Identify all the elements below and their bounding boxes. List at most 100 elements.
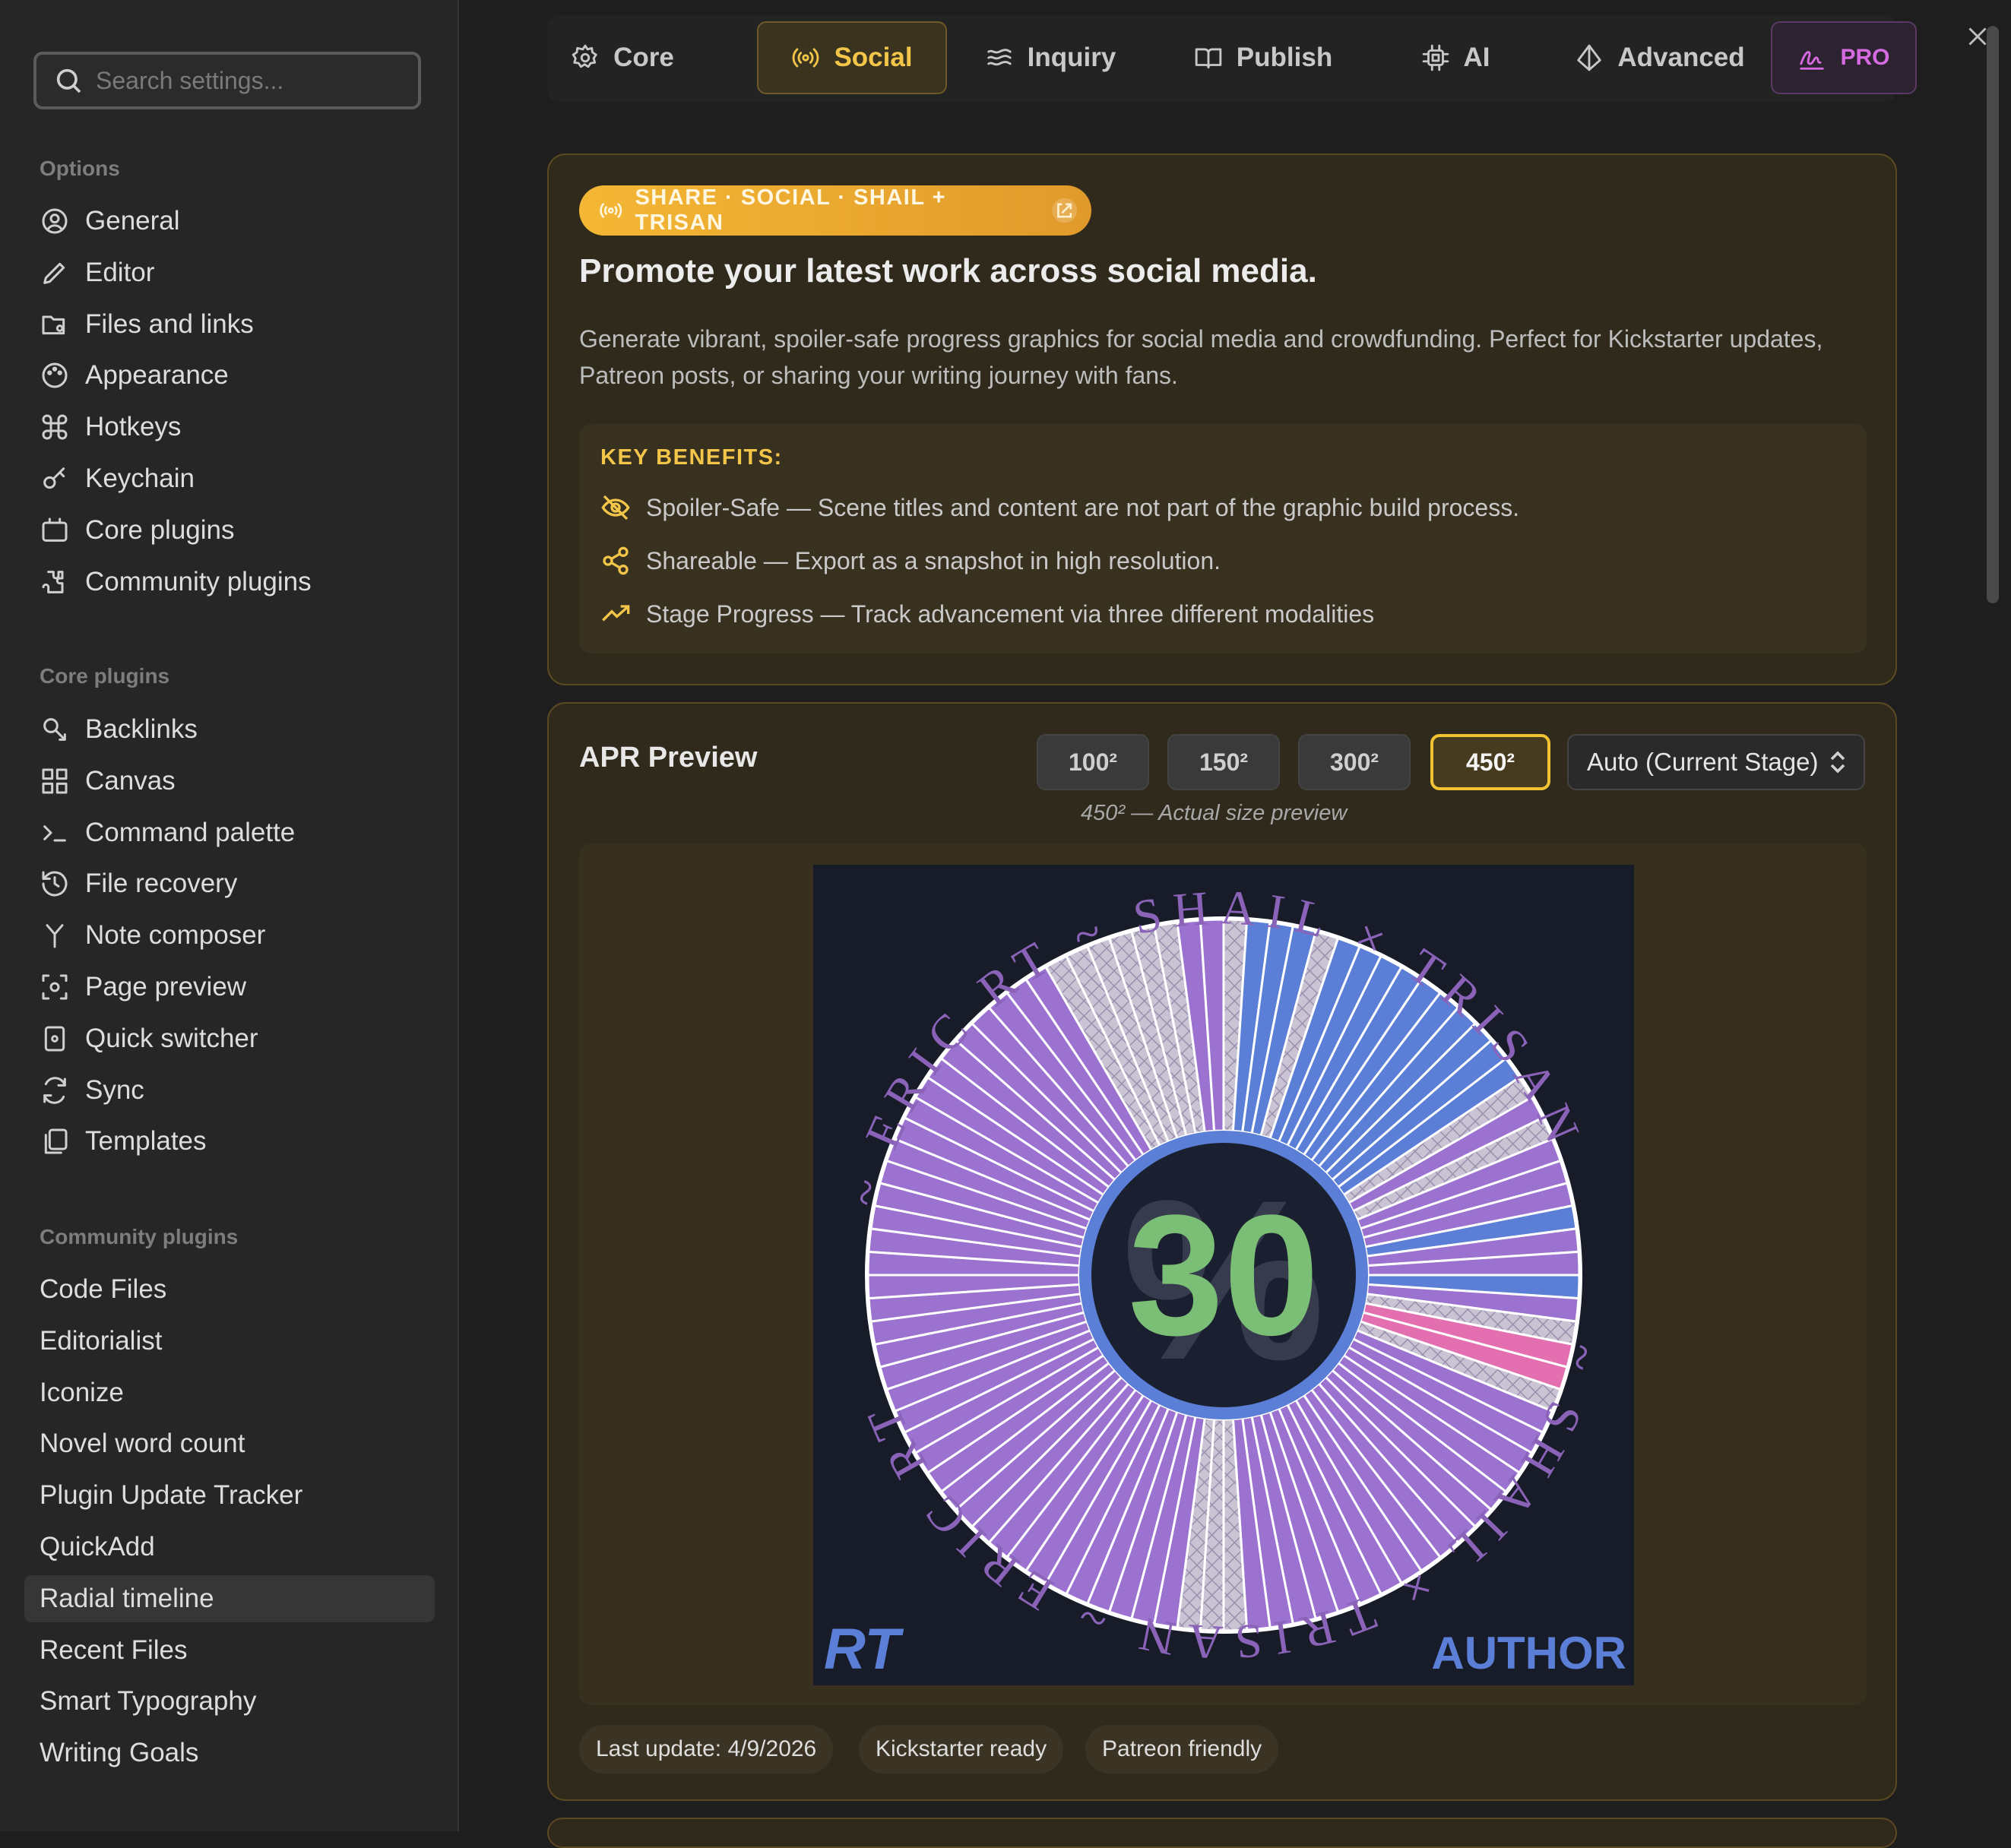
backlinks-icon xyxy=(40,714,70,745)
sidebar-item-label: Note composer xyxy=(85,920,266,951)
sync-icon xyxy=(40,1075,70,1106)
size-button-300[interactable]: 300² xyxy=(1298,734,1411,790)
stage-mode-select[interactable]: Auto (Current Stage) xyxy=(1567,734,1865,790)
progress-percent: 30 xyxy=(1128,1179,1319,1371)
search-input[interactable] xyxy=(94,65,401,96)
sidebar-item-novel-word-count[interactable]: Novel word count xyxy=(24,1420,435,1467)
sidebar-item-backlinks[interactable]: Backlinks xyxy=(24,706,435,753)
settings-content: Core Social Inquiry Publish AI Advanced PRO SH… xyxy=(459,0,1987,1848)
sidebar-item-editorialist[interactable]: Editorialist xyxy=(24,1318,435,1365)
gear-icon xyxy=(572,44,597,68)
sidebar-item-code-files[interactable]: Code Files xyxy=(24,1266,435,1313)
tab-ai[interactable]: AI xyxy=(1391,21,1520,94)
size-button-100[interactable]: 100² xyxy=(1037,734,1149,790)
tab-pro[interactable]: PRO xyxy=(1771,21,1917,94)
signature-icon xyxy=(1800,51,1825,70)
tab-core[interactable]: Core xyxy=(555,21,690,94)
apr-graphic: % 30 ~ ERIC RT ~ SHAIL × TRISAN ~ SHAIL … xyxy=(813,865,1634,1685)
sidebar-item-writing-goals[interactable]: Writing Goals xyxy=(24,1729,435,1777)
badge-label: SHARE · SOCIAL · SHAIL + TRISAN xyxy=(635,185,947,235)
sidebar-item-label: Core plugins xyxy=(85,514,235,545)
sidebar-item-radial-timeline[interactable]: Radial timeline xyxy=(24,1574,435,1622)
sidebar-item-label: Novel word count xyxy=(40,1429,245,1459)
search-box[interactable] xyxy=(33,52,421,109)
rt-logo: RT xyxy=(824,1617,904,1682)
preview-area: % 30 ~ ERIC RT ~ SHAIL × TRISAN ~ SHAIL … xyxy=(579,843,1867,1705)
tab-inquiry[interactable]: Inquiry xyxy=(952,21,1149,94)
author-label: AUTHOR xyxy=(1431,1628,1626,1679)
sidebar-item-label: Canvas xyxy=(85,765,176,796)
sidebar-item-plugin-update-tracker[interactable]: Plugin Update Tracker xyxy=(24,1472,435,1519)
benefit-item: Shareable — Export as a snapshot in high… xyxy=(600,546,1221,576)
file-recovery-icon xyxy=(40,869,70,899)
sidebar-item-canvas[interactable]: Canvas xyxy=(24,758,435,805)
hotkeys-icon xyxy=(40,412,70,442)
size-button-450[interactable]: 450² xyxy=(1430,734,1550,790)
sidebar-item-files-and-links[interactable]: Files and links xyxy=(24,301,435,348)
sidebar-item-hotkeys[interactable]: Hotkeys xyxy=(24,403,435,451)
general-icon xyxy=(40,206,70,236)
settings-window: Options General Editor Files and links Appe… xyxy=(0,0,2011,1848)
apr-preview-title: APR Preview xyxy=(579,742,758,774)
share-badge[interactable]: SHARE · SOCIAL · SHAIL + TRISAN xyxy=(579,185,1091,236)
tab-publish[interactable]: Publish xyxy=(1164,21,1362,94)
community-plugins-icon xyxy=(40,567,70,597)
kickstarter-chip: Kickstarter ready xyxy=(859,1725,1064,1774)
tab-label: PRO xyxy=(1840,45,1890,70)
key-benefits-box: KEY BENEFITS: Spoiler-Safe — Scene title… xyxy=(579,424,1867,653)
tab-label: Publish xyxy=(1236,43,1333,72)
tab-label: Inquiry xyxy=(1027,43,1116,72)
plugin-tab-bar: Core Social Inquiry Publish AI Advanced PRO xyxy=(547,15,1917,102)
tab-advanced[interactable]: Advanced xyxy=(1550,21,1769,94)
scrollbar-thumb[interactable] xyxy=(1987,26,1999,603)
benefit-item: Spoiler-Safe — Scene titles and content … xyxy=(600,492,1519,523)
editor-icon xyxy=(40,258,70,288)
sidebar-item-core-plugins[interactable]: Core plugins xyxy=(24,507,435,554)
size-button-150[interactable]: 150² xyxy=(1167,734,1280,790)
external-link-icon[interactable] xyxy=(1050,195,1079,226)
sidebar-item-editor[interactable]: Editor xyxy=(24,249,435,296)
stage-mode-value: Auto (Current Stage) xyxy=(1587,748,1819,776)
sidebar-item-recent-files[interactable]: Recent Files xyxy=(24,1627,435,1674)
sidebar-item-general[interactable]: General xyxy=(24,198,435,245)
sidebar-item-community-plugins[interactable]: Community plugins xyxy=(24,559,435,606)
tab-social[interactable]: Social xyxy=(757,21,947,94)
radial-progress-graphic: % 30 ~ ERIC RT ~ SHAIL × TRISAN ~ SHAIL … xyxy=(824,880,1626,1682)
tab-label: AI xyxy=(1463,43,1490,72)
sidebar-item-label: Templates xyxy=(85,1126,207,1157)
sidebar-item-label: Backlinks xyxy=(85,714,198,744)
sidebar-item-label: Code Files xyxy=(40,1274,167,1304)
cpu-icon xyxy=(1422,44,1449,71)
sidebar-item-label: Editor xyxy=(85,257,155,287)
sidebar-item-sync[interactable]: Sync xyxy=(24,1067,435,1114)
sidebar-item-label: Appearance xyxy=(85,360,229,391)
sidebar-item-command-palette[interactable]: Command palette xyxy=(24,809,435,856)
sidebar-item-label: Iconize xyxy=(40,1377,124,1407)
community-plugins-section-title: Community plugins xyxy=(40,1225,239,1248)
waves-icon xyxy=(986,49,1012,66)
benefit-item: Stage Progress — Track advancement via t… xyxy=(600,599,1374,629)
hero-description: Generate vibrant, spoiler-safe progress … xyxy=(579,325,1823,389)
sidebar-item-appearance[interactable]: Appearance xyxy=(24,352,435,399)
sidebar-item-note-composer[interactable]: Note composer xyxy=(24,912,435,959)
sidebar-item-file-recovery[interactable]: File recovery xyxy=(24,860,435,907)
templates-icon xyxy=(40,1126,70,1157)
patreon-chip: Patreon friendly xyxy=(1085,1725,1279,1774)
sidebar-item-label: General xyxy=(85,206,180,236)
core-plugins-icon xyxy=(40,515,70,546)
sidebar-item-smart-typography[interactable]: Smart Typography xyxy=(24,1678,435,1725)
sidebar-item-quickadd[interactable]: QuickAdd xyxy=(24,1524,435,1571)
sidebar-item-keychain[interactable]: Keychain xyxy=(24,455,435,502)
sidebar-item-label: Writing Goals xyxy=(40,1738,199,1768)
size-note: 450² — Actual size preview xyxy=(1081,801,1348,825)
benefit-text: Spoiler-Safe — Scene titles and content … xyxy=(646,493,1520,521)
sidebar-item-label: Hotkeys xyxy=(85,412,182,442)
search-icon xyxy=(56,68,81,93)
sidebar-item-quick-switcher[interactable]: Quick switcher xyxy=(24,1015,435,1062)
sidebar-item-iconize[interactable]: Iconize xyxy=(24,1369,435,1416)
sidebar-item-templates[interactable]: Templates xyxy=(24,1118,435,1165)
files-and-links-icon xyxy=(40,309,70,340)
eye-off-icon xyxy=(601,495,630,521)
sidebar-item-page-preview[interactable]: Page preview xyxy=(24,964,435,1011)
keychain-icon xyxy=(40,464,70,494)
